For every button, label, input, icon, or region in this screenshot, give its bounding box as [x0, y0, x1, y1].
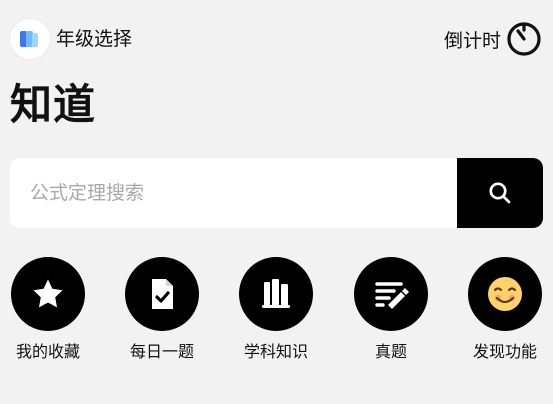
- grade-logo-icon: [20, 31, 38, 47]
- feature-subject-knowledge[interactable]: 学科知识: [226, 257, 326, 367]
- feature-label: 学科知识: [243, 342, 308, 361]
- countdown-label: 倒计时: [443, 29, 501, 52]
- feature-label: 发现功能: [472, 342, 537, 361]
- feature-discover[interactable]: 发现功能: [455, 257, 553, 367]
- exam-edit-icon: [375, 282, 409, 309]
- grade-badge[interactable]: [10, 19, 50, 59]
- search-button[interactable]: [457, 158, 543, 228]
- page-title: 知道: [10, 80, 97, 129]
- timer-icon: [507, 22, 541, 56]
- books-icon: [262, 279, 290, 308]
- countdown-button[interactable]: 倒计时: [444, 18, 543, 60]
- daily-question-button[interactable]: [125, 257, 199, 331]
- feature-label: 每日一题: [129, 342, 194, 361]
- feature-favorites[interactable]: 我的收藏: [0, 257, 98, 367]
- star-icon: [33, 279, 63, 308]
- feature-label: 我的收藏: [15, 342, 80, 361]
- subject-knowledge-button[interactable]: [239, 257, 313, 331]
- top-bar: 年级选择 倒计时: [10, 18, 543, 60]
- grade-label: 年级选择: [56, 27, 133, 50]
- past-exams-button[interactable]: [354, 257, 428, 331]
- feature-past-exams[interactable]: 真题: [341, 257, 441, 367]
- grade-selector[interactable]: 年级选择: [10, 18, 132, 60]
- feature-row: 我的收藏 每日一题 学科知识 真题 发现功能: [0, 257, 553, 367]
- favorites-button[interactable]: [11, 257, 85, 331]
- smile-emoji-icon: [488, 277, 522, 311]
- search-icon: [489, 182, 511, 204]
- search-bar: [10, 158, 543, 228]
- search-input[interactable]: [10, 158, 457, 228]
- app-screen: 年级选择 倒计时 知道 我的收藏: [0, 0, 553, 404]
- feature-daily-question[interactable]: 每日一题: [112, 257, 212, 367]
- daily-question-icon: [152, 279, 173, 309]
- discover-button[interactable]: [468, 257, 542, 331]
- feature-label: 真题: [374, 342, 407, 361]
